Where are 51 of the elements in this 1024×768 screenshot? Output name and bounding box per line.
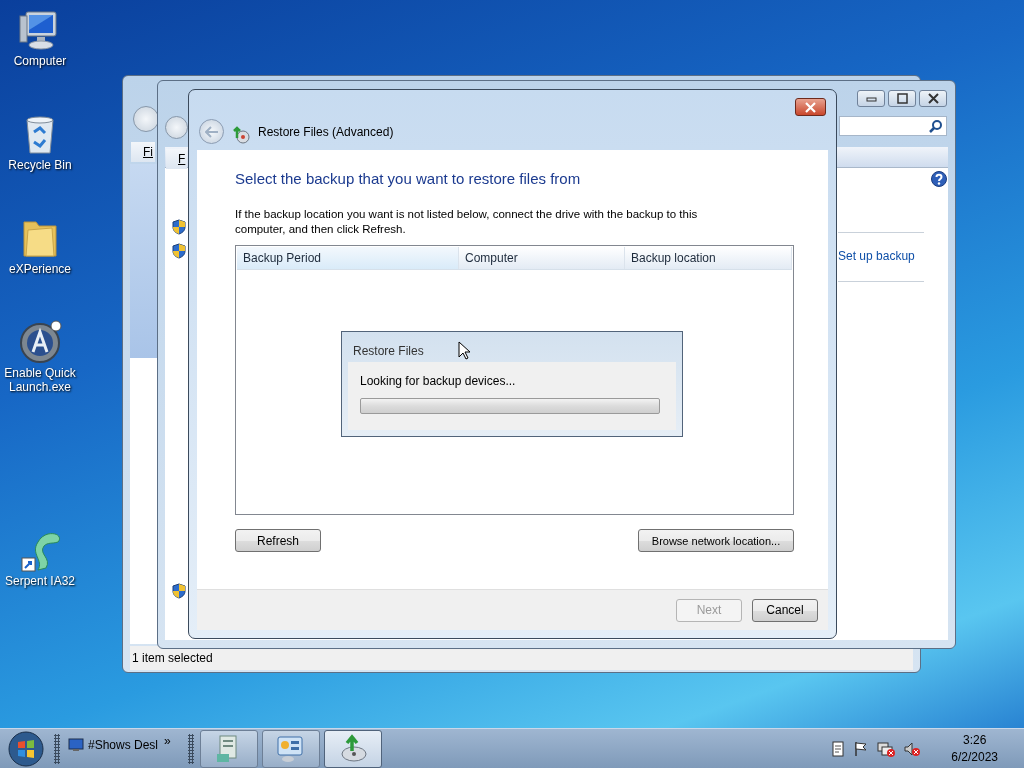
shield-icon — [172, 219, 186, 235]
icon-label[interactable]: Serpent IA32 — [4, 574, 76, 588]
button[interactable]: Refresh — [235, 529, 321, 552]
column-header[interactable]: Computer — [459, 247, 625, 269]
backup-icon — [232, 126, 250, 144]
close-icon — [804, 101, 817, 113]
minimize-button[interactable] — [857, 90, 885, 107]
speaker-muted-icon[interactable] — [903, 740, 922, 757]
button[interactable]: Browse network location... — [638, 529, 794, 552]
button[interactable]: Cancel — [752, 598, 818, 622]
start-button[interactable] — [6, 728, 46, 768]
taskbar-button[interactable] — [262, 729, 320, 768]
icon-label[interactable]: Computer — [13, 54, 67, 68]
back-button[interactable] — [133, 106, 159, 132]
close-button[interactable] — [795, 98, 826, 116]
shield-icon — [172, 243, 186, 259]
backup-icon — [338, 733, 368, 764]
app-icon[interactable] — [18, 320, 62, 364]
menu-item[interactable]: F — [166, 149, 188, 169]
search-field[interactable] — [839, 116, 947, 136]
main-instruction: Select the backup that you want to restore files from — [235, 170, 582, 187]
network-error-icon[interactable] — [877, 740, 896, 757]
toolbar-shortcut[interactable]: #Shows Desl — [88, 737, 159, 752]
control-panel-icon — [276, 733, 306, 764]
taskbar-button[interactable] — [324, 729, 382, 768]
mouse-pointer-icon — [458, 341, 471, 360]
back-arrow-icon — [204, 125, 219, 138]
icon-label[interactable]: eXPerience — [8, 262, 71, 276]
shield-icon — [172, 583, 186, 599]
menu-item[interactable]: Fi — [131, 142, 155, 162]
dialog-title: Restore Files — [353, 344, 424, 358]
instruction-text: If the backup location you want is not listed below, connect the drive with the backup to this computer, and then click Refresh. — [235, 207, 699, 237]
dialog-title: Restore Files (Advanced) — [258, 125, 394, 139]
column-header[interactable]: Backup Period — [237, 247, 459, 269]
monitor-icon[interactable] — [68, 737, 84, 752]
chevron-button[interactable]: » — [164, 733, 171, 748]
document-icon[interactable] — [831, 740, 846, 757]
link[interactable]: Set up backup — [838, 249, 924, 263]
close-button[interactable] — [919, 90, 947, 107]
clock-date[interactable]: 6/2/2023 — [951, 748, 998, 766]
icon-label[interactable]: Enable Quick Launch.exe — [0, 366, 80, 394]
maximize-icon — [894, 92, 910, 105]
help-icon[interactable] — [931, 171, 947, 187]
maximize-button[interactable] — [888, 90, 916, 107]
close-icon — [925, 92, 941, 105]
status-message: Looking for backup devices... — [360, 374, 517, 388]
search-icon — [929, 119, 943, 133]
taskbar-button[interactable] — [200, 729, 258, 768]
clock-time[interactable]: 3:26 — [962, 731, 987, 749]
icon-label[interactable]: Recycle Bin — [8, 158, 72, 172]
column-header[interactable]: Backup location — [625, 247, 792, 269]
